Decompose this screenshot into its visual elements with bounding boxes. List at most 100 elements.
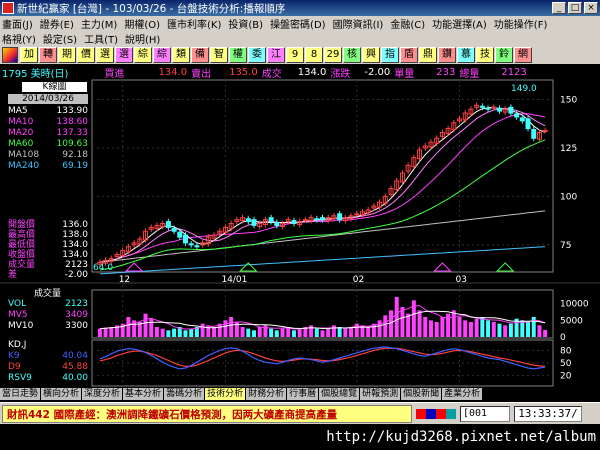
- x-tick-0: 12: [119, 275, 130, 285]
- ma-legend-value-1: 138.60: [56, 117, 89, 127]
- ma-legend-value-5: 69.19: [62, 161, 88, 171]
- ma5-line: [99, 106, 546, 263]
- ma-legend-value-4: 92.18: [62, 150, 88, 160]
- ma-legend-value-2: 137.33: [56, 128, 89, 138]
- candle-body-14: [177, 231, 183, 238]
- kd-title: KD,J: [8, 340, 27, 350]
- chart-area[interactable]: 150 125 100 75 12 14/01 02 03 10000 5000 0 80 50 20: [0, 0, 600, 388]
- volume-bar-30: [269, 328, 274, 337]
- volume-bar-43: [343, 328, 348, 337]
- candle-body-17: [194, 245, 200, 248]
- signal-triangle-3: [495, 262, 515, 272]
- volume-bar-13: [172, 328, 177, 337]
- candle-body-34: [291, 220, 297, 224]
- volume-bar-35: [297, 328, 302, 337]
- vol-legend-name-2: MV10: [8, 321, 34, 331]
- ohlc-legend-value-3: 134.0: [62, 250, 88, 260]
- candle-body-72: [508, 106, 514, 114]
- color-indicator: [416, 408, 456, 419]
- volume-bar-59: [434, 322, 439, 337]
- volume-bar-63: [457, 317, 462, 337]
- tab-0[interactable]: 當日走勢: [0, 388, 41, 400]
- volume-bar-0: [97, 328, 102, 337]
- volume-bar-18: [200, 323, 205, 337]
- ma-legend-name-4: MA108: [8, 150, 40, 160]
- tab-7[interactable]: 行事曆: [287, 388, 319, 400]
- signal-triangle-0: [124, 262, 144, 272]
- ohlc-legend-name-3: 收盤價: [8, 250, 36, 260]
- app-window: 新世紀贏家 [台灣] - 103/03/26 - 台盤技術分析:播報順序 _ □…: [0, 0, 600, 450]
- tab-9[interactable]: 研報預測: [360, 388, 401, 400]
- candle-body-75: [525, 118, 531, 130]
- tab-2[interactable]: 深度分析: [82, 388, 123, 400]
- ohlc-legend-value-1: 138.0: [62, 230, 88, 240]
- volume-bar-62: [451, 310, 456, 337]
- tab-8[interactable]: 個股總覽: [319, 388, 360, 400]
- candle-body-70: [496, 107, 502, 112]
- ohlc-legend-value-2: 134.0: [62, 240, 88, 250]
- vol-legend-value-0: 2123: [65, 299, 88, 309]
- ma10-line: [99, 107, 546, 263]
- x-tick-2: 02: [353, 275, 364, 285]
- tab-11[interactable]: 產業分析: [442, 388, 483, 400]
- candle-body-67: [479, 105, 485, 108]
- price-tick-0: 150: [560, 96, 577, 106]
- volume-bar-28: [257, 327, 262, 337]
- analysis-tabs: 當日走勢 橫向分析 深度分析 基本分析 籌碼分析 技術分析 財務分析 行事曆 個股總覽 研報預測個…: [0, 388, 600, 400]
- volume-bar-2: [109, 327, 114, 337]
- candle-body-31: [274, 222, 280, 226]
- volume-bar-22: [223, 320, 228, 337]
- candle-body-36: [302, 219, 308, 222]
- volume-bar-11: [160, 328, 165, 337]
- volume-bar-27: [251, 330, 256, 337]
- price-tick-1: 125: [560, 144, 577, 154]
- volume-bar-45: [354, 323, 359, 337]
- ma-legend-name-0: MA5: [8, 106, 28, 116]
- volume-bar-67: [480, 317, 485, 337]
- tab-6[interactable]: 財務分析: [246, 388, 287, 400]
- volume-bar-71: [503, 325, 508, 337]
- vol-tick-1: 5000: [560, 316, 583, 326]
- volume-bar-41: [331, 325, 336, 337]
- ma-legend-name-1: MA10: [8, 117, 34, 127]
- volume-bar-66: [474, 318, 479, 337]
- volume-bar-10: [154, 327, 159, 337]
- volume-bar-78: [543, 329, 548, 337]
- kd-legend-value-0: 40.04: [62, 351, 88, 361]
- candle-body-42: [337, 213, 343, 221]
- volume-bar-37: [309, 325, 314, 337]
- legend-date: 2014/03/26: [8, 94, 88, 104]
- candle-body-73: [514, 113, 520, 118]
- candle-body-76: [531, 129, 537, 139]
- tab-3[interactable]: 基本分析: [123, 388, 164, 400]
- ohlc-legend-value-4: 2123: [65, 260, 88, 270]
- volume-bar-26: [246, 328, 251, 337]
- volume-bar-20: [212, 327, 217, 337]
- volume-bar-70: [497, 323, 502, 337]
- kd-tick-0: 80: [560, 346, 572, 356]
- tab-4[interactable]: 籌碼分析: [164, 388, 205, 400]
- ma20-line: [99, 113, 546, 263]
- news-ticker[interactable]: 財訊442 國際產經：澳洲調降鐵礦石價格預測，因两大礦產商提高產量: [2, 404, 412, 423]
- price-high-mark: 149.0: [511, 84, 537, 94]
- ma-legend-name-3: MA60: [8, 139, 34, 149]
- vol-legend-name-0: VOL: [8, 299, 27, 309]
- kd-legend-value-1: 45.88: [62, 362, 88, 372]
- kd-tick-1: 50: [560, 359, 572, 369]
- price-low-mark: 64.0: [93, 263, 114, 273]
- code-input[interactable]: [001: [460, 405, 510, 422]
- tab-5[interactable]: 技術分析: [205, 388, 246, 400]
- candle-body-16: [188, 243, 194, 246]
- tab-10[interactable]: 個股新聞: [401, 388, 442, 400]
- volume-bar-64: [463, 320, 468, 337]
- kline-title: K線圖: [22, 82, 87, 92]
- candle-body-74: [519, 117, 525, 122]
- volume-bar-16: [189, 328, 194, 337]
- volume-bar-15: [183, 330, 188, 337]
- candle-body-39: [320, 217, 325, 221]
- status-bar: 財訊442 國際產經：澳洲調降鐵礦石價格預測，因两大礦產商提高產量 [001 1…: [0, 402, 600, 424]
- tab-1[interactable]: 橫向分析: [41, 388, 82, 400]
- kd-legend-value-2: 40.00: [62, 373, 88, 383]
- volume-bar-38: [314, 328, 319, 337]
- volume-bar-50: [383, 315, 388, 337]
